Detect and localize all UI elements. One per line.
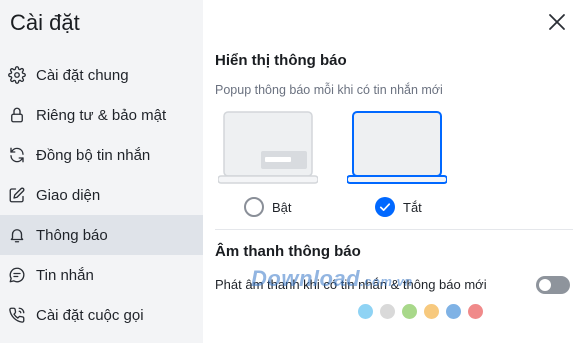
sidebar-item-appearance[interactable]: Giao diện	[0, 175, 203, 215]
sidebar-item-notifications[interactable]: Thông báo	[0, 215, 203, 255]
lock-icon	[8, 106, 26, 124]
popup-off-preview[interactable]	[346, 111, 448, 185]
radio-unselected-icon[interactable]	[244, 197, 264, 217]
close-button[interactable]	[547, 12, 567, 32]
edit-icon	[8, 186, 26, 204]
sidebar-item-calls[interactable]: Cài đặt cuộc gọi	[0, 295, 203, 335]
sound-toggle[interactable]	[536, 276, 570, 294]
close-icon	[549, 14, 565, 30]
popup-off-label: Tắt	[403, 199, 422, 215]
notification-display-description: Popup thông báo mỗi khi có tin nhắn mới	[215, 83, 443, 97]
sidebar-item-label: Thông báo	[36, 226, 108, 244]
sound-toggle-label: Phát âm thanh khi có tin nhắn & thông bá…	[215, 277, 487, 292]
watermark-dot	[424, 304, 439, 319]
watermark-dot	[402, 304, 417, 319]
sidebar-item-messages[interactable]: Tin nhắn	[0, 255, 203, 295]
section-divider	[215, 229, 573, 230]
check-icon	[379, 203, 391, 211]
sidebar-item-label: Đồng bộ tin nhắn	[36, 146, 151, 164]
popup-off-option[interactable]: Tắt	[375, 197, 422, 217]
gear-icon	[8, 66, 26, 84]
notifications-panel: Hiển thị thông báo Popup thông báo mỗi k…	[203, 0, 581, 343]
sidebar-item-label: Cài đặt chung	[36, 66, 129, 84]
radio-checked-icon[interactable]	[375, 197, 395, 217]
watermark-dot	[380, 304, 395, 319]
sidebar-item-label: Riêng tư & bảo mật	[36, 106, 167, 124]
sidebar-item-general[interactable]: Cài đặt chung	[0, 55, 203, 95]
popup-on-preview[interactable]	[217, 111, 319, 185]
sidebar-item-sync[interactable]: Đồng bộ tin nhắn	[0, 135, 203, 175]
bell-icon	[8, 226, 26, 244]
watermark-dot	[446, 304, 461, 319]
notification-sound-title: Âm thanh thông báo	[215, 243, 361, 260]
sidebar-item-label: Cài đặt cuộc gọi	[36, 306, 144, 324]
popup-on-option[interactable]: Bật	[244, 197, 292, 217]
settings-title: Cài đặt	[10, 10, 80, 35]
phone-icon	[8, 306, 26, 324]
sidebar-item-privacy[interactable]: Riêng tư & bảo mật	[0, 95, 203, 135]
watermark-dots	[358, 304, 483, 319]
notification-display-title: Hiển thị thông báo	[215, 52, 347, 69]
watermark-dot	[358, 304, 373, 319]
popup-on-label: Bật	[272, 199, 292, 215]
sync-icon	[8, 146, 26, 164]
sidebar-item-label: Tin nhắn	[36, 266, 94, 284]
toggle-knob	[539, 279, 551, 291]
chat-icon	[8, 266, 26, 284]
settings-nav: Cài đặt chung Riêng tư & bảo mật Đồng bộ…	[0, 55, 203, 335]
watermark-dot	[468, 304, 483, 319]
settings-sidebar: Cài đặt Cài đặt chung Riêng tư & bảo mật	[0, 0, 203, 343]
sidebar-item-label: Giao diện	[36, 186, 101, 204]
